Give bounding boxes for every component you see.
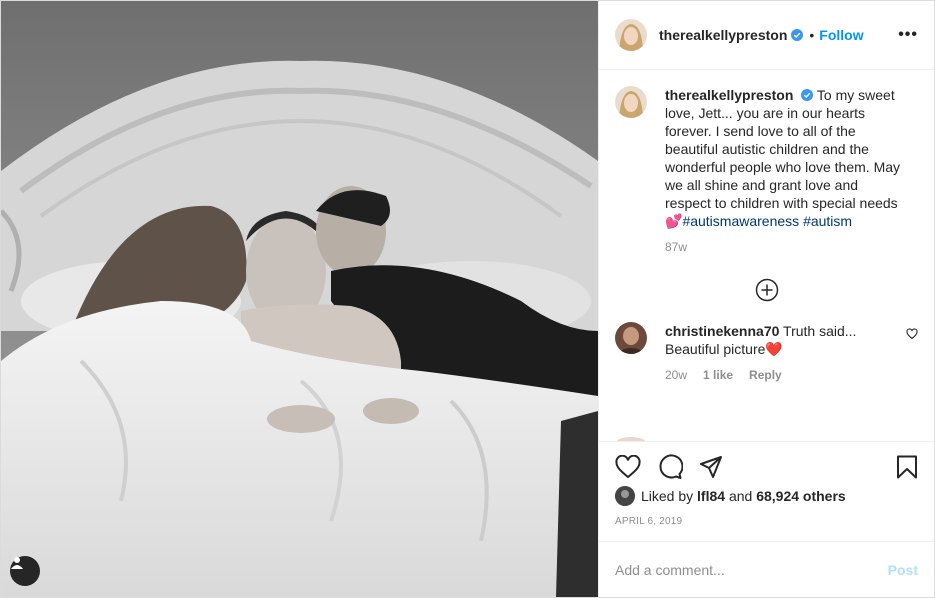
- comment-likes[interactable]: 1 like: [703, 368, 733, 382]
- caption-emoji: 💕: [665, 213, 683, 229]
- verified-badge-icon: [791, 29, 804, 41]
- comment-emoji: ❤️: [765, 341, 783, 357]
- caption-text-block: therealkellypreston To my sweet love, Je…: [665, 86, 905, 230]
- comment-bubble-icon[interactable]: [657, 454, 683, 480]
- post-header: therealkellypreston • Follow •••: [599, 1, 934, 70]
- header-separator: •: [809, 27, 815, 43]
- share-send-icon[interactable]: [699, 455, 723, 479]
- post-date[interactable]: APRIL 6, 2019: [615, 516, 918, 527]
- add-comment-bar: Post: [599, 541, 934, 597]
- verified-badge-icon: [801, 89, 814, 101]
- next-comment-avatar: [615, 437, 647, 441]
- header-user-block: therealkellypreston • Follow: [659, 27, 864, 43]
- post-comment-button[interactable]: Post: [888, 562, 918, 578]
- comment-age[interactable]: 20w: [665, 368, 687, 382]
- comment-item: christinekenna70 Truth said... Beautiful…: [615, 322, 918, 358]
- photo-illustration: [1, 1, 598, 597]
- follow-button[interactable]: Follow: [819, 27, 863, 43]
- liker-avatar[interactable]: [615, 486, 635, 506]
- user-icon: [11, 557, 23, 569]
- likes-prefix: Liked by: [641, 488, 694, 504]
- post-photo[interactable]: [1, 1, 598, 597]
- caption: therealkellypreston To my sweet love, Je…: [615, 86, 918, 230]
- load-more-comments[interactable]: [615, 278, 918, 302]
- action-bar: Liked by lfl84 and 68,924 others APRIL 6…: [599, 441, 934, 541]
- likes-summary: Liked by lfl84 and 68,924 others: [615, 486, 918, 506]
- likes-count[interactable]: 68,924 others: [756, 488, 846, 504]
- comment-like-heart-icon[interactable]: [906, 328, 918, 340]
- comment-meta: 20w 1 like Reply: [665, 368, 918, 382]
- save-bookmark-icon[interactable]: [896, 455, 918, 479]
- tagged-user-button[interactable]: [10, 556, 40, 586]
- comment-text-block: christinekenna70 Truth said... Beautiful…: [665, 322, 895, 358]
- commenter-avatar[interactable]: [615, 322, 647, 354]
- caption-username[interactable]: therealkellypreston: [665, 87, 793, 103]
- post-details-panel: therealkellypreston • Follow ••• thereal…: [598, 1, 934, 597]
- hashtag-link[interactable]: #autism: [803, 213, 852, 229]
- author-username[interactable]: therealkellypreston: [659, 27, 787, 43]
- avatar-image: [615, 19, 647, 51]
- comment-reply-button[interactable]: Reply: [749, 368, 782, 382]
- comment-input[interactable]: [615, 561, 888, 578]
- caption-meta: 87w: [665, 240, 918, 254]
- hashtag-link[interactable]: #autismawareness: [682, 213, 799, 229]
- liker-username[interactable]: lfl84: [697, 488, 725, 504]
- likes-connector: and: [728, 488, 753, 504]
- action-icons: [615, 442, 918, 492]
- caption-avatar[interactable]: [615, 86, 647, 118]
- plus-circle-icon: [755, 278, 778, 302]
- avatar-image: [615, 322, 647, 354]
- avatar-image: [615, 86, 647, 118]
- instagram-post: therealkellypreston • Follow ••• thereal…: [0, 0, 935, 598]
- more-options-button[interactable]: •••: [898, 26, 918, 44]
- author-avatar[interactable]: [615, 19, 647, 51]
- comments-section: therealkellypreston To my sweet love, Je…: [599, 70, 934, 441]
- caption-text: To my sweet love, Jett... you are in our…: [665, 87, 901, 211]
- caption-age[interactable]: 87w: [665, 240, 687, 254]
- commenter-username[interactable]: christinekenna70: [665, 323, 779, 339]
- like-heart-icon[interactable]: [615, 455, 641, 479]
